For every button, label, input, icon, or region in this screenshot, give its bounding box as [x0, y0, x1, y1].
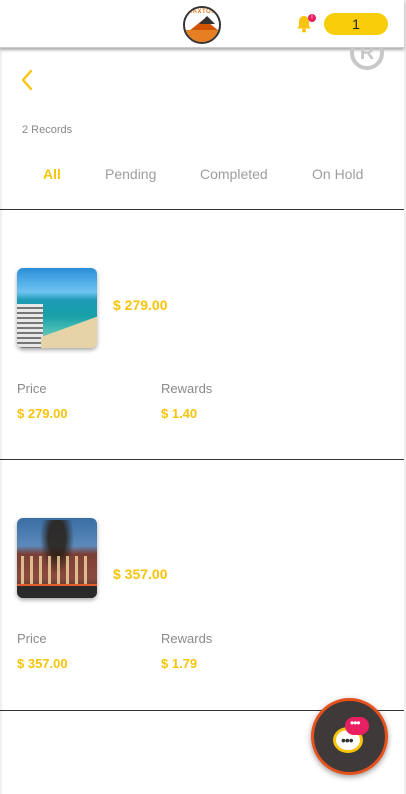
- back-button[interactable]: [18, 68, 38, 92]
- record-card[interactable]: $ 357.00 Price $ 357.00 Rewards $ 1.79: [0, 460, 404, 709]
- cart-count-pill[interactable]: 1: [324, 13, 388, 35]
- price-label: Price: [17, 631, 47, 646]
- photo-shore: [41, 312, 97, 348]
- tab-on-hold[interactable]: On Hold: [312, 166, 363, 182]
- notification-bell-button[interactable]: !: [294, 14, 316, 34]
- rewards-label: Rewards: [161, 631, 213, 646]
- logo-ground: [185, 30, 219, 42]
- record-amount: $ 279.00: [113, 297, 168, 313]
- photo-windows: [21, 556, 93, 586]
- rewards-value: $ 1.40: [161, 406, 198, 421]
- hotel-photo: [17, 518, 97, 598]
- chat-dots: •••: [341, 732, 354, 748]
- record-amount: $ 357.00: [113, 566, 168, 582]
- price-value: $ 279.00: [17, 406, 68, 421]
- logo-text: MAXTOUR: [187, 9, 221, 15]
- message-dots: •••: [350, 716, 361, 730]
- tab-all[interactable]: All: [43, 166, 61, 182]
- rewards-label: Rewards: [161, 381, 213, 396]
- record-thumbnail[interactable]: [17, 518, 97, 598]
- status-tabs: All Pending Completed On Hold: [0, 166, 404, 190]
- photo-road: [17, 584, 97, 598]
- price-label: Price: [17, 381, 47, 396]
- chat-button[interactable]: ••• •••: [311, 698, 388, 775]
- tab-completed[interactable]: Completed: [200, 166, 268, 182]
- photo-building: [17, 304, 43, 348]
- maxtour-logo[interactable]: MAXTOUR: [183, 6, 221, 44]
- logo-peak: [199, 16, 215, 24]
- top-header: MAXTOUR ! 1: [0, 0, 404, 48]
- record-card[interactable]: $ 279.00 Price $ 279.00 Rewards $ 1.40: [0, 210, 404, 459]
- record-thumbnail[interactable]: [17, 268, 97, 348]
- beach-photo: [17, 268, 97, 348]
- rewards-value: $ 1.79: [161, 656, 198, 671]
- chevron-left-icon: [21, 69, 33, 91]
- tab-pending[interactable]: Pending: [105, 166, 156, 182]
- notification-badge: !: [308, 14, 316, 22]
- records-count: 2 Records: [22, 124, 73, 136]
- price-value: $ 357.00: [17, 656, 68, 671]
